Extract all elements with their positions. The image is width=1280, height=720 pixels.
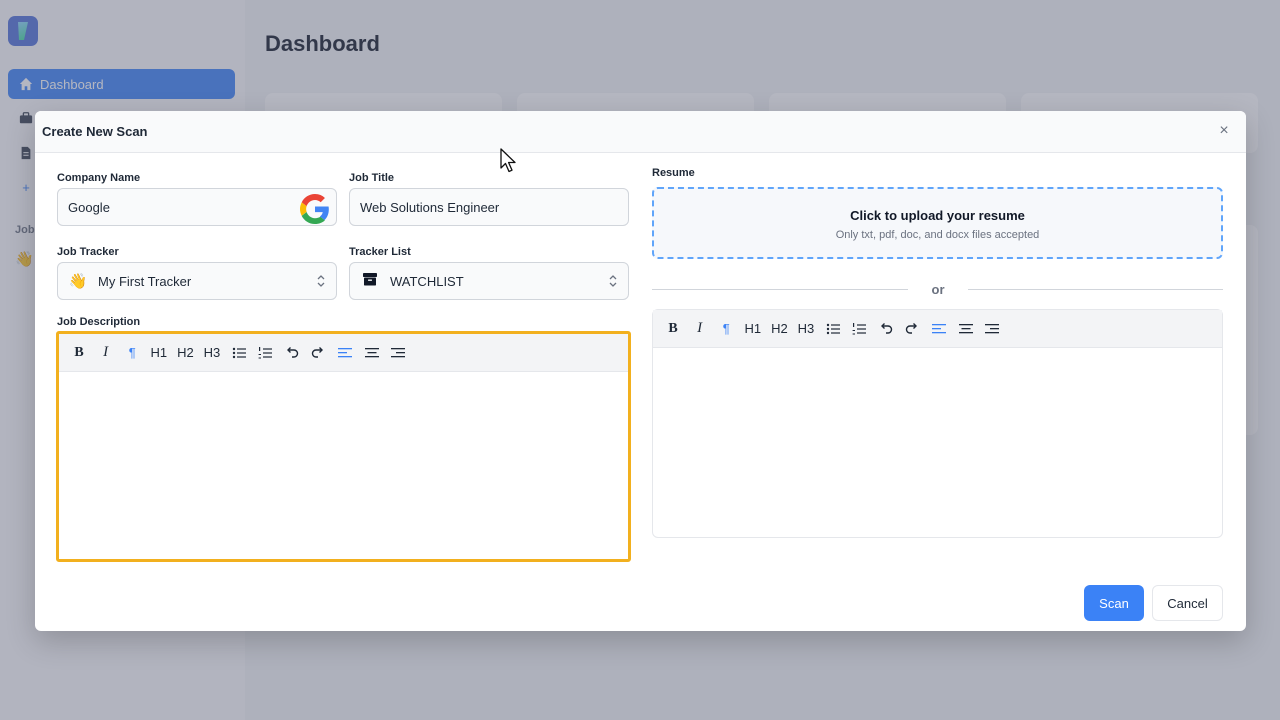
job-title-input[interactable] — [360, 199, 628, 215]
chevron-updown-icon — [317, 275, 325, 287]
close-icon[interactable]: × — [1216, 123, 1232, 139]
h1-button[interactable]: H1 — [147, 341, 171, 365]
align-left-icon — [337, 347, 352, 357]
cancel-button[interactable]: Cancel — [1152, 585, 1223, 621]
upload-title: Click to upload your resume — [850, 208, 1025, 223]
align-left-button[interactable] — [927, 317, 951, 341]
align-left-icon — [931, 323, 946, 333]
undo-icon — [286, 346, 298, 358]
divider-right — [968, 289, 1223, 290]
align-center-icon — [364, 347, 379, 357]
resume-label: Resume — [652, 167, 695, 179]
align-right-icon — [391, 347, 406, 357]
job-description-content[interactable] — [59, 372, 628, 559]
job-tracker-label: Job Tracker — [57, 246, 119, 258]
resume-content[interactable] — [653, 348, 1222, 537]
job-title-field[interactable] — [349, 188, 629, 226]
chevron-updown-icon — [609, 275, 617, 287]
redo-icon — [312, 346, 324, 358]
redo-button[interactable] — [306, 341, 330, 365]
tracker-list-select[interactable]: WATCHLIST — [349, 262, 629, 300]
italic-button[interactable]: I — [94, 341, 118, 365]
company-name-field[interactable] — [57, 188, 337, 226]
scan-button[interactable]: Scan — [1084, 585, 1144, 621]
h2-button[interactable]: H2 — [173, 341, 197, 365]
paragraph-button[interactable]: ¶ — [120, 341, 144, 365]
archive-icon — [360, 272, 380, 290]
editor-toolbar: B I ¶ H1 H2 H3 — [59, 334, 628, 372]
undo-button[interactable] — [280, 341, 304, 365]
modal-header: Create New Scan × — [35, 111, 1246, 153]
align-center-button[interactable] — [954, 317, 978, 341]
or-divider-text: or — [931, 282, 945, 297]
redo-button[interactable] — [900, 317, 924, 341]
bullet-list-icon — [232, 347, 246, 358]
undo-button[interactable] — [874, 317, 898, 341]
resume-editor[interactable]: B I ¶ H1 H2 H3 — [652, 309, 1223, 538]
undo-icon — [880, 322, 892, 334]
bold-button[interactable]: B — [661, 317, 685, 341]
h1-button[interactable]: H1 — [741, 317, 765, 341]
resume-upload-dropzone[interactable]: Click to upload your resume Only txt, pd… — [652, 187, 1223, 259]
h2-button[interactable]: H2 — [767, 317, 791, 341]
pilcrow-icon: ¶ — [128, 345, 136, 360]
align-center-icon — [958, 323, 973, 333]
mouse-cursor-icon — [500, 148, 516, 173]
company-name-label: Company Name — [57, 172, 141, 184]
company-name-input[interactable] — [68, 199, 336, 215]
ordered-list-button[interactable] — [847, 317, 871, 341]
job-description-label: Job Description — [57, 316, 141, 328]
divider-left — [652, 289, 908, 290]
italic-button[interactable]: I — [688, 317, 712, 341]
google-logo-icon — [300, 194, 329, 224]
redo-icon — [906, 322, 918, 334]
bold-button[interactable]: B — [67, 341, 91, 365]
align-right-button[interactable] — [386, 341, 410, 365]
job-description-editor[interactable]: B I ¶ H1 H2 H3 — [56, 331, 631, 562]
tracker-list-value: WATCHLIST — [390, 273, 464, 289]
h3-button[interactable]: H3 — [794, 317, 818, 341]
align-left-button[interactable] — [333, 341, 357, 365]
ordered-list-icon — [852, 322, 867, 334]
ordered-list-button[interactable] — [253, 341, 277, 365]
upload-subtitle: Only txt, pdf, doc, and docx files accep… — [835, 229, 1040, 241]
job-tracker-value: My First Tracker — [98, 273, 192, 289]
pilcrow-icon: ¶ — [722, 321, 730, 336]
paragraph-button[interactable]: ¶ — [714, 317, 738, 341]
bullet-list-button[interactable] — [821, 317, 845, 341]
modal-title: Create New Scan — [42, 124, 148, 139]
align-right-button[interactable] — [980, 317, 1004, 341]
bullet-list-icon — [826, 323, 840, 334]
ordered-list-icon — [258, 346, 273, 358]
editor-toolbar: B I ¶ H1 H2 H3 — [653, 310, 1222, 348]
tracker-list-label: Tracker List — [349, 246, 411, 258]
create-scan-modal: Create New Scan × Company Name Job Title… — [35, 111, 1246, 631]
wave-hand-icon: 👋 — [68, 273, 88, 290]
h3-button[interactable]: H3 — [200, 341, 224, 365]
align-center-button[interactable] — [360, 341, 384, 365]
job-title-label: Job Title — [349, 172, 395, 184]
job-tracker-select[interactable]: 👋 My First Tracker — [57, 262, 337, 300]
align-right-icon — [985, 323, 1000, 333]
bullet-list-button[interactable] — [227, 341, 251, 365]
